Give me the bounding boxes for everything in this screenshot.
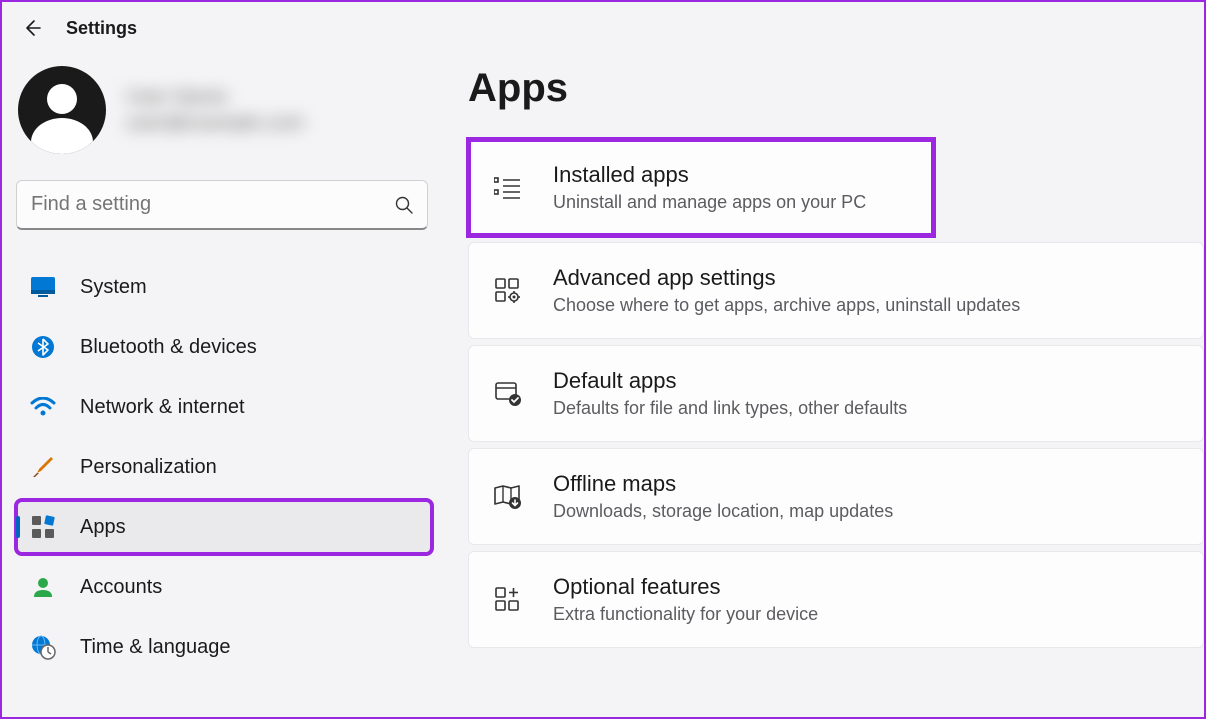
nav-item-personalization[interactable]: Personalization <box>16 440 432 494</box>
clock-globe-icon <box>30 634 56 660</box>
nav: System Bluetooth & devices Network & int… <box>16 260 432 680</box>
nav-item-accounts[interactable]: Accounts <box>16 560 432 614</box>
card-desc: Choose where to get apps, archive apps, … <box>553 295 1020 316</box>
card-desc: Downloads, storage location, map updates <box>553 501 893 522</box>
wifi-icon <box>30 394 56 420</box>
card-desc: Extra functionality for your device <box>553 604 818 625</box>
grid-plus-icon <box>493 585 523 615</box>
nav-item-system[interactable]: System <box>16 260 432 314</box>
card-title: Advanced app settings <box>553 265 1020 291</box>
grid-gear-icon <box>493 276 523 306</box>
search-input[interactable] <box>16 180 428 230</box>
nav-item-apps[interactable]: Apps <box>16 500 432 554</box>
map-download-icon <box>493 482 523 512</box>
cards-list: Installed apps Uninstall and manage apps… <box>468 139 1204 648</box>
avatar <box>18 66 106 154</box>
arrow-left-icon <box>22 18 42 38</box>
bluetooth-icon <box>30 334 56 360</box>
card-title: Offline maps <box>553 471 893 497</box>
person-icon <box>30 574 56 600</box>
card-title: Default apps <box>553 368 907 394</box>
page-title: Apps <box>468 66 1204 111</box>
search-icon <box>394 195 414 215</box>
nav-label: System <box>80 276 147 299</box>
main-content: Apps Installed apps Uninstall and manage… <box>442 48 1204 713</box>
window-check-icon <box>493 379 523 409</box>
nav-label: Personalization <box>80 456 217 479</box>
card-desc: Uninstall and manage apps on your PC <box>553 192 866 213</box>
sidebar: User Name user@example.com System <box>2 48 442 713</box>
nav-item-time-language[interactable]: Time & language <box>16 620 432 674</box>
nav-label: Time & language <box>80 636 230 659</box>
nav-item-network[interactable]: Network & internet <box>16 380 432 434</box>
app-title: Settings <box>66 18 137 39</box>
card-optional-features[interactable]: Optional features Extra functionality fo… <box>468 551 1204 648</box>
system-icon <box>30 274 56 300</box>
card-title: Installed apps <box>553 162 866 188</box>
list-icon <box>493 173 523 203</box>
search-wrap <box>16 180 428 230</box>
profile-info: User Name user@example.com <box>126 84 304 136</box>
nav-label: Bluetooth & devices <box>80 336 257 359</box>
nav-label: Apps <box>80 516 126 539</box>
nav-label: Accounts <box>80 576 162 599</box>
back-button[interactable] <box>20 16 44 40</box>
card-advanced-app-settings[interactable]: Advanced app settings Choose where to ge… <box>468 242 1204 339</box>
card-offline-maps[interactable]: Offline maps Downloads, storage location… <box>468 448 1204 545</box>
apps-icon <box>30 514 56 540</box>
card-desc: Defaults for file and link types, other … <box>553 398 907 419</box>
profile-section[interactable]: User Name user@example.com <box>16 62 432 180</box>
card-default-apps[interactable]: Default apps Defaults for file and link … <box>468 345 1204 442</box>
card-title: Optional features <box>553 574 818 600</box>
nav-item-bluetooth[interactable]: Bluetooth & devices <box>16 320 432 374</box>
nav-label: Network & internet <box>80 396 245 419</box>
titlebar: Settings <box>2 2 1204 48</box>
card-installed-apps[interactable]: Installed apps Uninstall and manage apps… <box>468 139 934 236</box>
paintbrush-icon <box>30 454 56 480</box>
